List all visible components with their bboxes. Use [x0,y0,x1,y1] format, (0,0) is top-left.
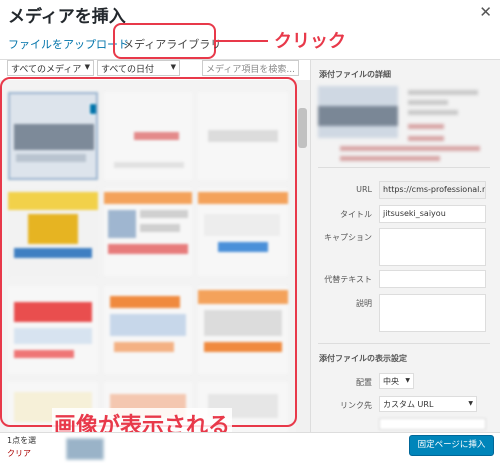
date-filter-value: すべての日付 [101,65,155,75]
url-field[interactable]: https://cms-professional.ne [379,181,486,199]
attachment-meta-line [408,100,448,105]
url-label: URL [356,185,372,194]
close-icon[interactable]: ✕ [479,3,492,21]
alt-text-label: 代替テキスト [324,275,372,284]
selection-count: 1点を選 [7,436,37,445]
tab-media-library[interactable]: メディアライブラリ [123,36,221,52]
selected-attachment-thumbnail[interactable] [66,438,104,460]
description-label: 説明 [356,299,372,308]
sidebar-divider [318,343,490,344]
attachment-meta-line [408,110,458,115]
modal-title: メディアを挿入 [8,7,126,27]
title-field[interactable]: jitsuseki_saiyou [379,205,486,223]
caption-label: キャプション [324,233,372,242]
display-settings-heading: 添付ファイルの表示設定 [319,354,407,363]
highlight-box-grid [0,77,297,427]
clear-selection-link[interactable]: クリア [7,448,31,459]
caption-field[interactable] [379,228,486,266]
insert-into-page-button[interactable]: 固定ページに挿入 [409,435,494,456]
chevron-down-icon: ▼ [405,377,410,384]
date-filter[interactable]: すべての日付 ▼ [97,60,180,76]
attachment-meta-line [408,124,444,129]
alt-text-field[interactable] [379,270,486,288]
media-search-input[interactable]: メディア項目を検索... [202,60,299,76]
media-type-filter-value: すべてのメディア [11,65,82,75]
callout-connector [216,40,268,42]
alignment-label: 配置 [356,378,372,387]
attachment-meta-line [340,146,480,151]
tab-upload-files[interactable]: ファイルをアップロード [8,36,129,52]
sidebar-divider [318,167,490,168]
attachment-meta-line [408,136,444,141]
attachment-meta-line [340,156,440,161]
alignment-select-value: 中央 [383,377,399,386]
alignment-select[interactable]: 中央 ▼ [379,373,414,389]
media-type-filter[interactable]: すべてのメディア ▼ [7,60,94,76]
description-field[interactable] [379,294,486,332]
chevron-down-icon: ▼ [468,400,473,407]
chevron-down-icon: ▼ [84,63,90,71]
click-annotation: クリック [274,31,346,52]
custom-url-field[interactable] [379,418,486,430]
grid-scrollbar-thumb[interactable] [298,108,307,148]
attachment-preview-thumbnail [318,86,398,138]
title-label: タイトル [340,210,372,219]
attachment-meta-line [408,90,478,95]
chevron-down-icon: ▼ [170,63,176,71]
link-to-select[interactable]: カスタム URL ▼ [379,396,477,412]
attachment-details-heading: 添付ファイルの詳細 [319,70,391,79]
link-to-label: リンク先 [340,401,372,410]
link-to-select-value: カスタム URL [383,400,434,409]
